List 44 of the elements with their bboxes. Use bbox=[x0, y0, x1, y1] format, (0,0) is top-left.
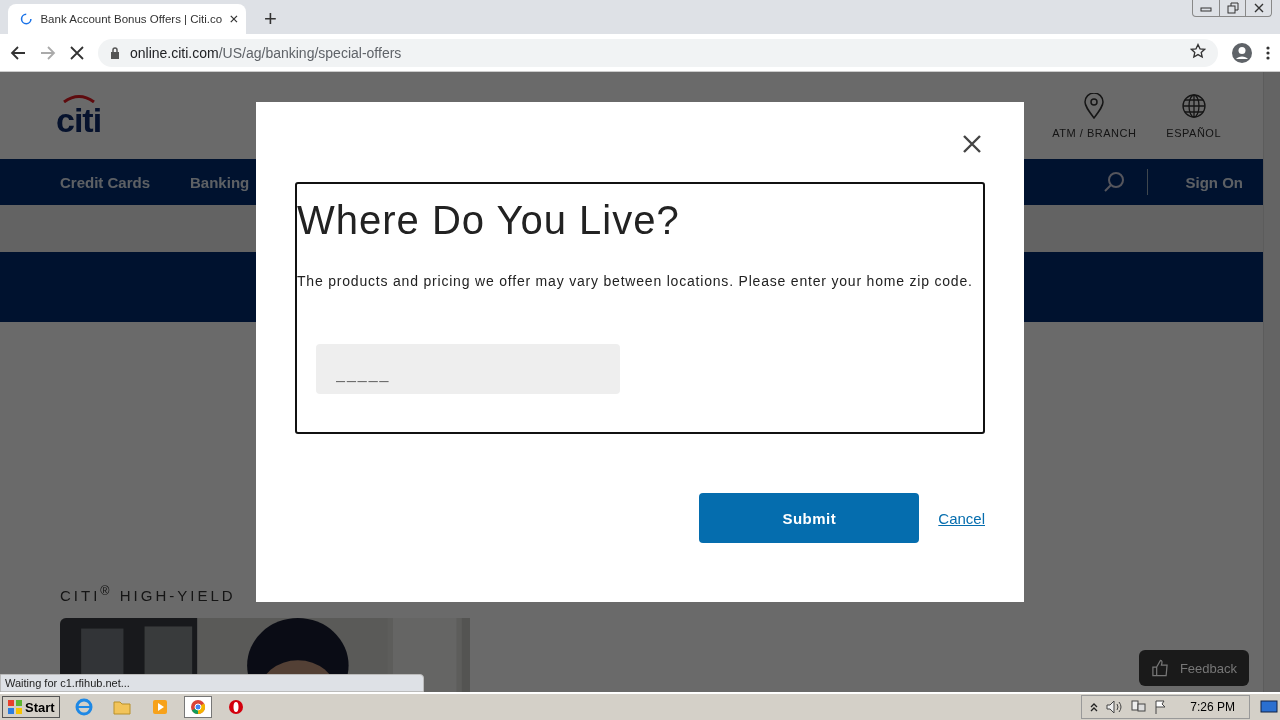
globe-icon bbox=[1180, 92, 1207, 119]
tab-title: Bank Account Bonus Offers | Citi.co bbox=[40, 13, 223, 25]
network-icon[interactable] bbox=[1130, 700, 1147, 714]
map-pin-icon bbox=[1083, 92, 1106, 119]
submit-button[interactable]: Submit bbox=[699, 493, 920, 543]
start-button[interactable]: Start bbox=[2, 696, 60, 718]
url-text: online.citi.com/US/ag/banking/special-offers bbox=[130, 44, 402, 61]
nav-link[interactable]: Credit Cards bbox=[60, 173, 151, 191]
opera-icon[interactable] bbox=[227, 699, 244, 715]
back-arrow-icon[interactable] bbox=[10, 44, 26, 61]
speaker-icon[interactable] bbox=[1106, 700, 1123, 714]
search-icon[interactable] bbox=[1102, 171, 1125, 194]
menu-icon[interactable] bbox=[1266, 44, 1270, 61]
clock[interactable]: 7:26 PM bbox=[1190, 700, 1235, 714]
utility-link[interactable]: ESPAÑOL bbox=[1166, 126, 1221, 139]
cancel-link[interactable]: Cancel bbox=[938, 509, 985, 527]
section-title: CITI$^{®}$ HIGH-YIELD bbox=[60, 584, 237, 604]
sign-on-link[interactable]: Sign On bbox=[1185, 173, 1243, 191]
windows-logo-icon bbox=[7, 699, 23, 715]
lock-icon bbox=[110, 46, 120, 59]
chevron-up-icon[interactable] bbox=[1090, 702, 1099, 712]
close-icon[interactable] bbox=[230, 14, 238, 24]
dialog-title: Where Do You Live? bbox=[297, 198, 681, 242]
profile-icon[interactable] bbox=[1232, 42, 1252, 63]
feedback-button[interactable]: Feedback bbox=[1139, 650, 1249, 686]
logo-arc-icon bbox=[61, 94, 96, 104]
citi-logo[interactable]: citi bbox=[56, 103, 102, 138]
stop-icon[interactable] bbox=[70, 45, 84, 60]
restore-icon[interactable] bbox=[1226, 2, 1239, 14]
scrollbar[interactable] bbox=[1263, 72, 1280, 692]
close-icon[interactable] bbox=[963, 135, 981, 153]
zip-code-field[interactable]: _____ bbox=[316, 344, 620, 395]
show-desktop-icon[interactable] bbox=[1260, 699, 1278, 715]
close-icon[interactable] bbox=[1252, 3, 1265, 13]
star-icon[interactable] bbox=[1190, 43, 1206, 59]
thumbs-up-icon bbox=[1151, 658, 1170, 678]
status-bubble: Waiting for c1.rfihub.net... bbox=[0, 674, 424, 692]
chrome-icon[interactable] bbox=[189, 699, 206, 715]
address-bar[interactable]: online.citi.com/US/ag/banking/special-offers bbox=[98, 38, 1218, 67]
dialog-description: The products and pricing we offer may vary between locations. Please enter your home zip code. bbox=[297, 272, 974, 291]
utility-link[interactable]: ATM / BRANCH bbox=[1052, 126, 1137, 139]
new-tab-button[interactable]: + bbox=[264, 8, 277, 30]
nav-link[interactable]: Banking bbox=[190, 173, 250, 191]
browser-tab[interactable]: Bank Account Bonus Offers | Citi.co bbox=[8, 4, 246, 34]
